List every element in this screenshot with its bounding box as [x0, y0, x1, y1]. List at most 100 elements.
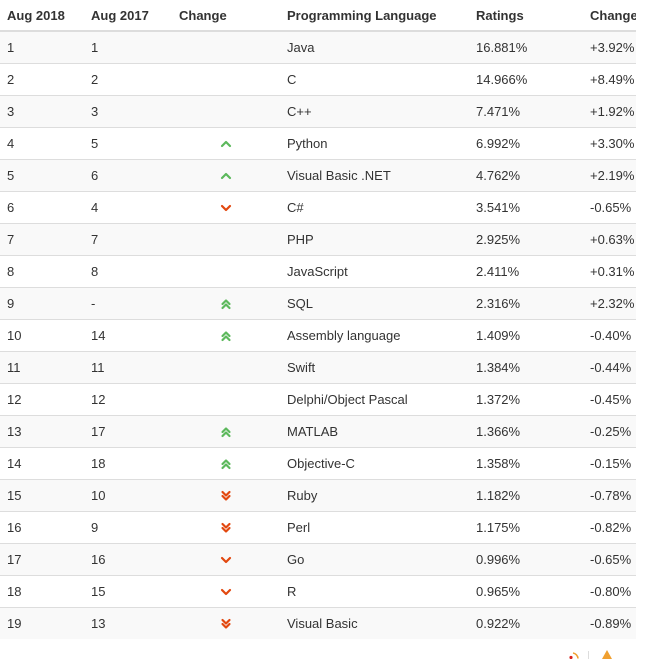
- rank-2018-cell: 15: [0, 479, 84, 512]
- change-value-cell: -0.25%: [583, 415, 636, 448]
- table-row: 1 1 Java 16.881% +3.92%: [0, 30, 636, 64]
- rank-2017-cell: 5: [84, 127, 172, 160]
- rss-icon[interactable]: [569, 652, 579, 659]
- chevron-down-icon: [220, 205, 232, 212]
- change-icon-cell: [172, 191, 280, 224]
- table-row: 15 10 Ruby 1.182% -0.78%: [0, 479, 636, 512]
- rating-cell: 1.182%: [469, 479, 583, 512]
- change-icon-cell: [172, 30, 280, 64]
- rating-cell: 0.922%: [469, 607, 583, 639]
- change-value-cell: +3.30%: [583, 127, 636, 160]
- rank-2017-cell: 15: [84, 575, 172, 608]
- language-cell: PHP: [280, 223, 469, 256]
- table-row: 13 17 MATLAB 1.366% -0.25%: [0, 415, 636, 448]
- table-row: 19 13 Visual Basic 0.922% -0.89%: [0, 607, 636, 639]
- change-value-cell: -0.40%: [583, 319, 636, 352]
- rank-2017-cell: 1: [84, 30, 172, 64]
- change-value-cell: -0.65%: [583, 543, 636, 576]
- table-row: 10 14 Assembly language 1.409% -0.40%: [0, 319, 636, 352]
- table-row: 3 3 C++ 7.471% +1.92%: [0, 95, 636, 128]
- language-cell: Swift: [280, 351, 469, 384]
- header-aug-2017: Aug 2017: [84, 0, 172, 32]
- tiobe-index-table-container: Aug 2018 Aug 2017 Change Programming Lan…: [0, 0, 636, 639]
- language-cell: C: [280, 63, 469, 96]
- language-cell: Assembly language: [280, 319, 469, 352]
- double-chevron-down-icon: [221, 619, 231, 629]
- rating-cell: 7.471%: [469, 95, 583, 128]
- rating-cell: 1.175%: [469, 511, 583, 544]
- rank-2017-cell: 8: [84, 255, 172, 288]
- rank-2017-cell: 3: [84, 95, 172, 128]
- change-value-cell: -0.65%: [583, 191, 636, 224]
- rating-cell: 4.762%: [469, 159, 583, 192]
- tiobe-index-table: Aug 2018 Aug 2017 Change Programming Lan…: [0, 0, 636, 639]
- chevron-up-icon: [220, 141, 232, 148]
- change-value-cell: +3.92%: [583, 30, 636, 64]
- chevron-down-icon: [220, 557, 232, 564]
- rank-2018-cell: 11: [0, 351, 84, 384]
- back-to-top-icon[interactable]: [602, 650, 612, 659]
- change-icon-cell: [172, 575, 280, 608]
- change-icon-cell: [172, 479, 280, 512]
- table-header: Aug 2018 Aug 2017 Change Programming Lan…: [0, 0, 636, 32]
- rating-cell: 6.992%: [469, 127, 583, 160]
- change-value-cell: -0.78%: [583, 479, 636, 512]
- change-value-cell: -0.15%: [583, 447, 636, 480]
- change-icon-cell: [172, 255, 280, 288]
- language-cell: Visual Basic .NET: [280, 159, 469, 192]
- rank-2018-cell: 3: [0, 95, 84, 128]
- rank-2017-cell: 7: [84, 223, 172, 256]
- rank-2017-cell: 9: [84, 511, 172, 544]
- rating-cell: 1.372%: [469, 383, 583, 416]
- language-cell: MATLAB: [280, 415, 469, 448]
- double-chevron-up-icon: [221, 459, 231, 470]
- chevron-up-icon: [220, 173, 232, 180]
- rank-2017-cell: 11: [84, 351, 172, 384]
- divider: [588, 651, 589, 659]
- table-row: 2 2 C 14.966% +8.49%: [0, 63, 636, 96]
- rating-cell: 2.925%: [469, 223, 583, 256]
- change-icon-cell: [172, 223, 280, 256]
- change-value-cell: -0.80%: [583, 575, 636, 608]
- language-cell: Perl: [280, 511, 469, 544]
- change-icon-cell: [172, 127, 280, 160]
- language-cell: R: [280, 575, 469, 608]
- change-icon-cell: [172, 95, 280, 128]
- change-icon-cell: [172, 319, 280, 352]
- rating-cell: 1.358%: [469, 447, 583, 480]
- rating-cell: 14.966%: [469, 63, 583, 96]
- rank-2018-cell: 16: [0, 511, 84, 544]
- change-icon-cell: [172, 415, 280, 448]
- table-row: 16 9 Perl 1.175% -0.82%: [0, 511, 636, 544]
- language-cell: SQL: [280, 287, 469, 320]
- rank-2018-cell: 9: [0, 287, 84, 320]
- change-value-cell: -0.44%: [583, 351, 636, 384]
- rating-cell: 0.965%: [469, 575, 583, 608]
- corner-widget: [560, 648, 630, 659]
- rating-cell: 0.996%: [469, 543, 583, 576]
- rating-cell: 2.316%: [469, 287, 583, 320]
- change-value-cell: -0.89%: [583, 607, 636, 639]
- table-row: 8 8 JavaScript 2.411% +0.31%: [0, 255, 636, 288]
- table-row: 17 16 Go 0.996% -0.65%: [0, 543, 636, 576]
- change-value-cell: +0.31%: [583, 255, 636, 288]
- change-icon-cell: [172, 287, 280, 320]
- language-cell: Delphi/Object Pascal: [280, 383, 469, 416]
- change-value-cell: +2.19%: [583, 159, 636, 192]
- rank-2018-cell: 7: [0, 223, 84, 256]
- language-cell: Java: [280, 30, 469, 64]
- rank-2017-cell: 16: [84, 543, 172, 576]
- language-cell: C++: [280, 95, 469, 128]
- rating-cell: 2.411%: [469, 255, 583, 288]
- double-chevron-down-icon: [221, 491, 231, 501]
- rank-2017-cell: -: [84, 287, 172, 320]
- table-row: 14 18 Objective-C 1.358% -0.15%: [0, 447, 636, 480]
- double-chevron-down-icon: [221, 523, 231, 533]
- change-icon-cell: [172, 447, 280, 480]
- header-change-icon: Change: [172, 0, 280, 32]
- change-icon-cell: [172, 63, 280, 96]
- rating-cell: 16.881%: [469, 30, 583, 64]
- rank-2017-cell: 17: [84, 415, 172, 448]
- language-cell: Objective-C: [280, 447, 469, 480]
- rank-2018-cell: 17: [0, 543, 84, 576]
